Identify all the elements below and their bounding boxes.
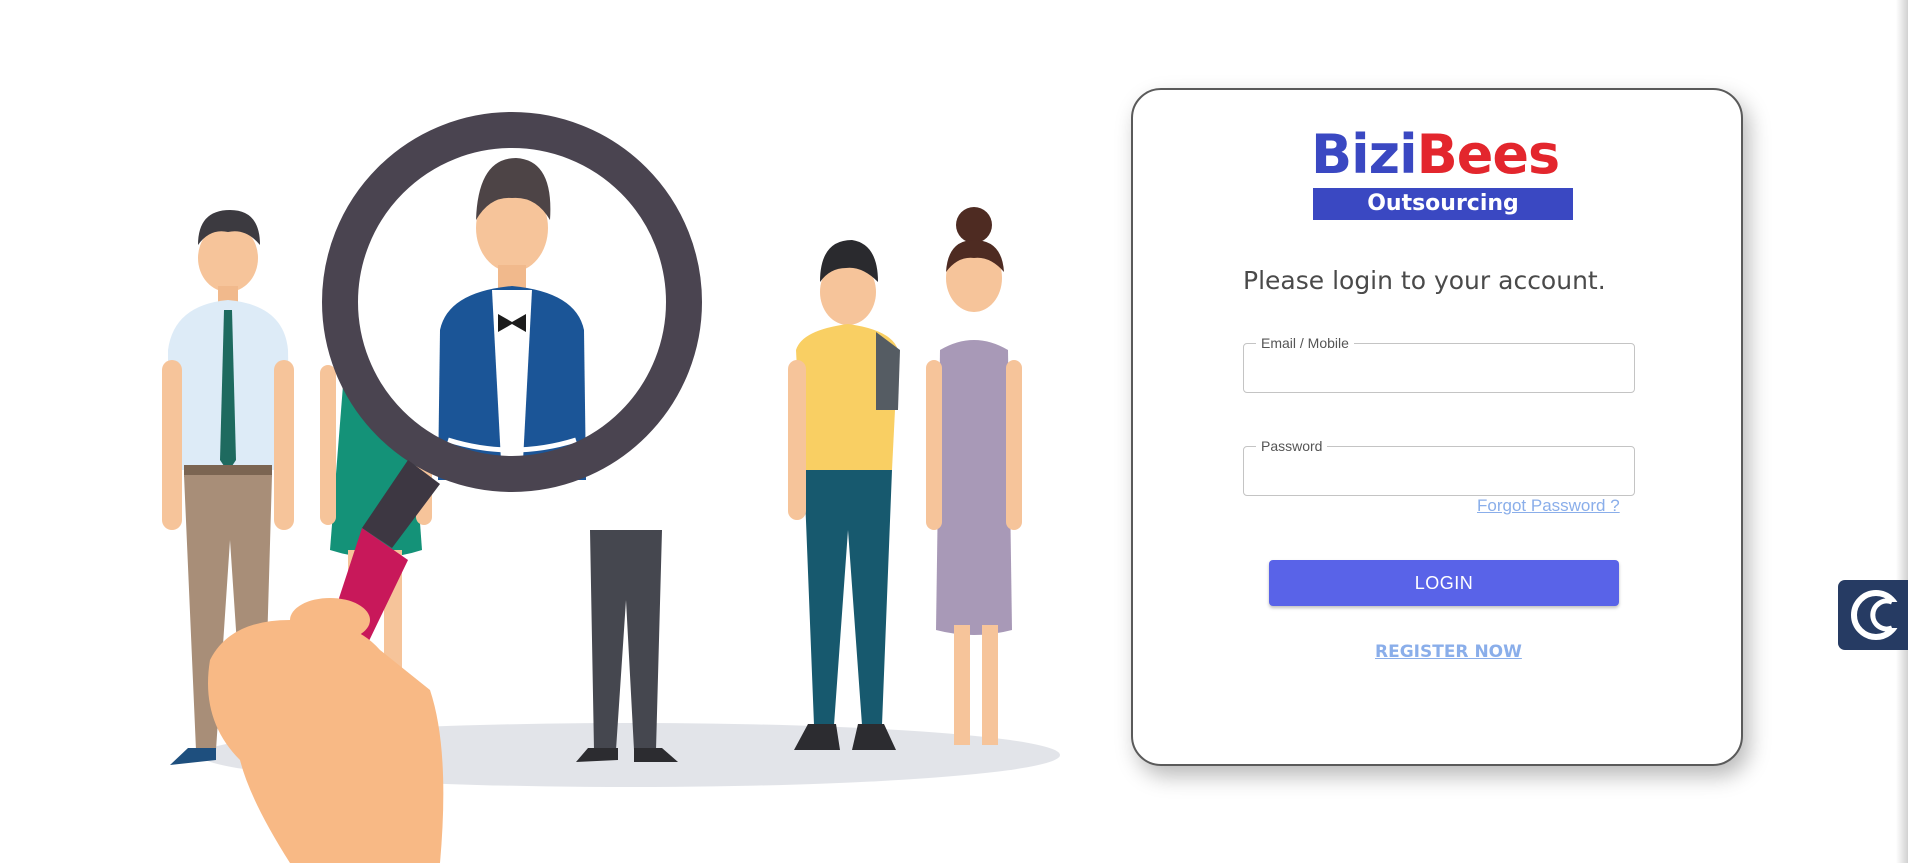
email-input[interactable] bbox=[1244, 344, 1634, 392]
password-field[interactable]: Password bbox=[1243, 437, 1635, 496]
logo-banner: Outsourcing bbox=[1313, 188, 1573, 220]
forgot-password-link[interactable]: Forgot Password ? bbox=[1477, 496, 1620, 516]
logo-word-part-b: Bees bbox=[1416, 123, 1561, 186]
email-field[interactable]: Email / Mobile bbox=[1243, 334, 1635, 393]
person-woman-lavender-dress-icon bbox=[926, 207, 1022, 745]
chat-c-icon bbox=[1851, 590, 1908, 640]
chat-widget-button[interactable] bbox=[1838, 580, 1908, 650]
person-man-yellow-shirt-icon bbox=[788, 240, 900, 750]
hand-icon bbox=[208, 598, 444, 863]
login-button[interactable]: LOGIN bbox=[1269, 560, 1619, 606]
page-edge-shadow bbox=[1896, 0, 1908, 863]
password-input[interactable] bbox=[1244, 447, 1634, 495]
login-heading: Please login to your account. bbox=[1243, 266, 1606, 295]
people-magnifier-illustration bbox=[162, 112, 1060, 863]
bizibees-logo: BiziBees Outsourcing bbox=[1311, 126, 1576, 224]
logo-wordmark: BiziBees bbox=[1311, 123, 1561, 186]
register-now-link[interactable]: REGISTER NOW bbox=[1375, 642, 1522, 662]
logo-word-part-a: Bizi bbox=[1311, 123, 1418, 186]
login-card: BiziBees Outsourcing Please login to you… bbox=[1131, 88, 1743, 766]
